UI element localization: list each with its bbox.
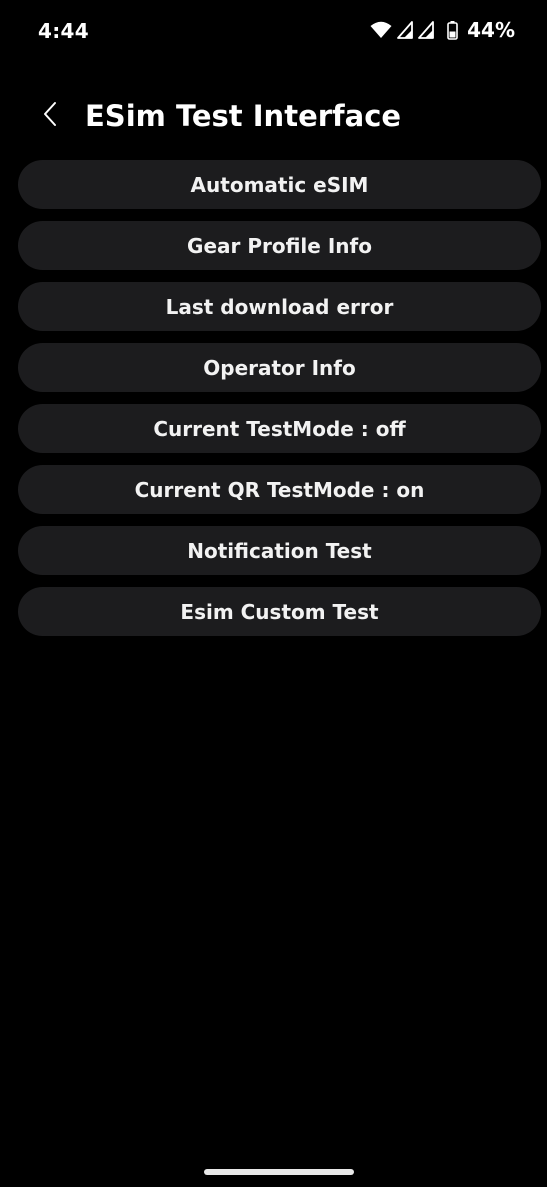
signal-icon	[397, 21, 414, 39]
menu-list: Automatic eSIM Gear Profile Info Last do…	[18, 160, 541, 636]
header: ESim Test Interface	[0, 92, 547, 142]
menu-item-label: Current QR TestMode : on	[134, 477, 425, 502]
signal-icon	[418, 21, 435, 39]
wifi-icon	[370, 21, 392, 39]
menu-item-label: Automatic eSIM	[190, 172, 369, 197]
menu-item-label: Last download error	[165, 294, 394, 319]
gear-profile-info-button[interactable]: Gear Profile Info	[18, 221, 541, 270]
home-indicator[interactable]	[204, 1169, 354, 1175]
operator-info-button[interactable]: Operator Info	[18, 343, 541, 392]
menu-item-label: Current TestMode : off	[153, 416, 406, 441]
battery-percentage: 44%	[467, 18, 515, 42]
notification-test-button[interactable]: Notification Test	[18, 526, 541, 575]
menu-item-label: Notification Test	[187, 538, 372, 563]
menu-item-label: Gear Profile Info	[187, 233, 372, 258]
chevron-left-icon	[42, 101, 58, 131]
battery-icon	[447, 20, 458, 40]
current-qr-testmode-button[interactable]: Current QR TestMode : on	[18, 465, 541, 514]
status-icons: 44%	[370, 18, 515, 42]
status-time: 4:44	[38, 19, 89, 43]
current-testmode-button[interactable]: Current TestMode : off	[18, 404, 541, 453]
status-bar: 4:44 44%	[0, 0, 547, 62]
back-button[interactable]	[32, 96, 68, 136]
last-download-error-button[interactable]: Last download error	[18, 282, 541, 331]
esim-custom-test-button[interactable]: Esim Custom Test	[18, 587, 541, 636]
menu-item-label: Operator Info	[203, 355, 356, 380]
menu-item-label: Esim Custom Test	[180, 599, 379, 624]
automatic-esim-button[interactable]: Automatic eSIM	[18, 160, 541, 209]
page-title: ESim Test Interface	[85, 99, 402, 133]
